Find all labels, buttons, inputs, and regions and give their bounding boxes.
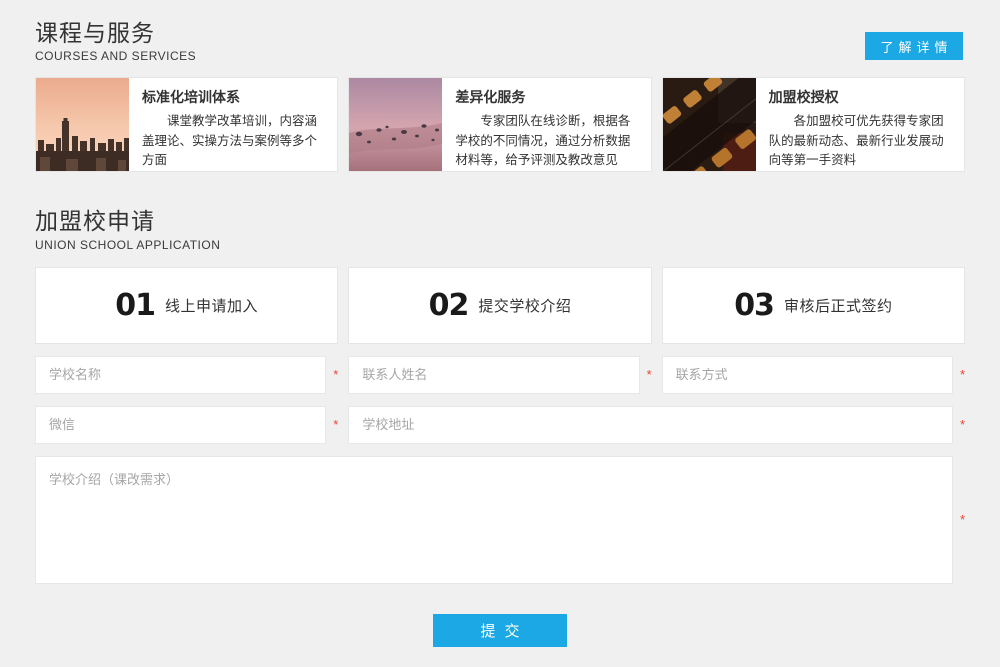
school-address-input[interactable] xyxy=(348,406,953,444)
required-asterisk: * xyxy=(953,367,965,382)
desert-dusk-photo xyxy=(349,78,442,171)
city-skyline-sunset-photo xyxy=(36,78,129,171)
film-strip-photo xyxy=(663,78,756,171)
required-asterisk: * xyxy=(953,417,965,432)
step-number: 01 xyxy=(115,288,155,323)
step-card-apply-online: 01 线上申请加入 xyxy=(35,267,338,344)
wechat-field: * xyxy=(35,406,338,444)
required-asterisk: * xyxy=(326,417,338,432)
step-label: 审核后正式签约 xyxy=(784,295,893,316)
courses-section-header: 课程与服务 COURSES AND SERVICES 了解详情 xyxy=(0,0,1000,63)
course-cards-row: 标准化培训体系 课堂教学改革培训，内容涵盖理论、实操方法与案例等多个方面 xyxy=(35,77,965,172)
required-asterisk: * xyxy=(326,367,338,382)
application-section-titles: 加盟校申请 UNION SCHOOL APPLICATION xyxy=(35,208,220,251)
school-intro-field: * xyxy=(35,456,965,584)
application-form: * * * * * * xyxy=(35,356,965,584)
course-card-body: 差异化服务 专家团队在线诊断，根据各学校的不同情况，通过分析数据材料等，给予评测… xyxy=(442,78,650,171)
learn-more-button[interactable]: 了解详情 xyxy=(865,32,963,60)
school-name-input[interactable] xyxy=(35,356,326,394)
school-intro-textarea[interactable] xyxy=(35,456,953,584)
course-card-title: 标准化培训体系 xyxy=(142,87,329,107)
wechat-input[interactable] xyxy=(35,406,326,444)
course-card-desc: 专家团队在线诊断，根据各学校的不同情况，通过分析数据材料等，给予评测及教改意见 xyxy=(455,112,642,170)
course-card-title: 加盟校授权 xyxy=(769,87,956,107)
courses-section-title: 课程与服务 xyxy=(35,20,196,46)
course-card-title: 差异化服务 xyxy=(455,87,642,107)
submit-row: 提交 xyxy=(0,614,1000,647)
application-section-title: 加盟校申请 xyxy=(35,208,220,234)
course-card-differentiated-service: 差异化服务 专家团队在线诊断，根据各学校的不同情况，通过分析数据材料等，给予评测… xyxy=(348,77,651,172)
course-card-desc: 课堂教学改革培训，内容涵盖理论、实操方法与案例等多个方面 xyxy=(142,112,329,170)
course-card-franchise-authorization: 加盟校授权 各加盟校可优先获得专家团队的最新动态、最新行业发展动向等第一手资料 xyxy=(662,77,965,172)
page: 课程与服务 COURSES AND SERVICES 了解详情 xyxy=(0,0,1000,667)
contact-name-field: * xyxy=(348,356,651,394)
step-label: 线上申请加入 xyxy=(165,295,258,316)
application-section-header: 加盟校申请 UNION SCHOOL APPLICATION xyxy=(0,172,1000,251)
contact-name-input[interactable] xyxy=(348,356,639,394)
course-card-standardized-training: 标准化培训体系 课堂教学改革培训，内容涵盖理论、实操方法与案例等多个方面 xyxy=(35,77,338,172)
required-asterisk: * xyxy=(640,367,652,382)
course-card-body: 加盟校授权 各加盟校可优先获得专家团队的最新动态、最新行业发展动向等第一手资料 xyxy=(756,78,964,171)
courses-section-titles: 课程与服务 COURSES AND SERVICES xyxy=(35,20,196,63)
school-name-field: * xyxy=(35,356,338,394)
contact-method-input[interactable] xyxy=(662,356,953,394)
step-number: 02 xyxy=(429,288,469,323)
step-number: 03 xyxy=(734,288,774,323)
course-card-body: 标准化培训体系 课堂教学改革培训，内容涵盖理论、实操方法与案例等多个方面 xyxy=(129,78,337,171)
step-card-sign-contract: 03 审核后正式签约 xyxy=(662,267,965,344)
submit-button[interactable]: 提交 xyxy=(433,614,567,647)
contact-method-field: * xyxy=(662,356,965,394)
course-card-desc: 各加盟校可优先获得专家团队的最新动态、最新行业发展动向等第一手资料 xyxy=(769,112,956,170)
step-card-submit-intro: 02 提交学校介绍 xyxy=(348,267,651,344)
school-address-field: * xyxy=(348,406,965,444)
application-steps-row: 01 线上申请加入 02 提交学校介绍 03 审核后正式签约 xyxy=(35,267,965,344)
courses-section-subtitle: COURSES AND SERVICES xyxy=(35,49,196,63)
required-asterisk: * xyxy=(953,512,965,527)
application-section-subtitle: UNION SCHOOL APPLICATION xyxy=(35,238,220,252)
step-label: 提交学校介绍 xyxy=(478,295,571,316)
